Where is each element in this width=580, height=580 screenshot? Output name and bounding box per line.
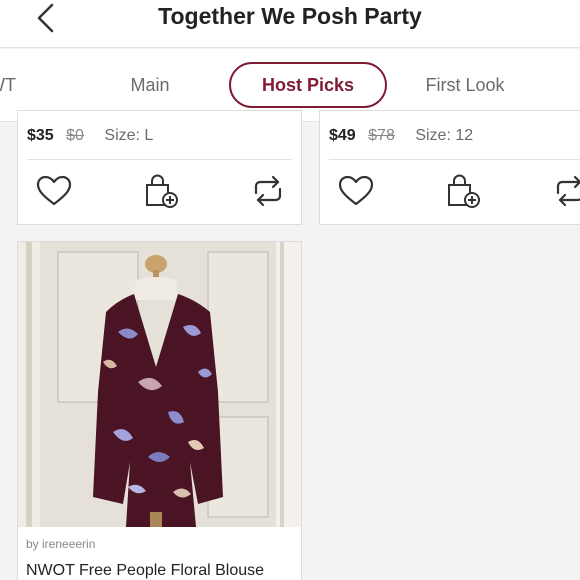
bag-plus-icon[interactable]	[443, 171, 483, 211]
card-divider	[329, 159, 580, 160]
blouse-photo	[18, 242, 301, 527]
listing-title[interactable]: NWOT Free People Floral Blouse	[26, 562, 264, 580]
original-price: $0	[66, 127, 84, 144]
share-icon[interactable]	[550, 171, 580, 211]
page-title: Together We Posh Party	[158, 3, 422, 29]
listing-card[interactable]: by ireneeerin NWOT Free People Floral Bl…	[17, 241, 302, 580]
heart-icon[interactable]	[34, 171, 74, 211]
listing-price: $35	[27, 127, 54, 144]
tab-first-look[interactable]: First Look	[410, 62, 520, 108]
heart-icon[interactable]	[336, 171, 376, 211]
tab-host-picks[interactable]: Host Picks	[229, 62, 387, 108]
bag-plus-icon[interactable]	[141, 171, 181, 211]
listing-card[interactable]: $35 $0 Size: L	[17, 110, 302, 225]
listing-size: Size: L	[104, 127, 154, 144]
card-divider	[27, 159, 292, 160]
tab-main[interactable]: Main	[110, 62, 190, 108]
listing-price: $49	[329, 127, 356, 144]
listing-card[interactable]: $49 $78 Size: 12	[319, 110, 580, 225]
share-icon[interactable]	[248, 171, 288, 211]
price-row: $35 $0 Size: L	[27, 127, 153, 145]
listing-size: Size: 12	[415, 127, 474, 144]
price-row: $49 $78 Size: 12	[329, 127, 473, 145]
listing-photo[interactable]	[18, 242, 301, 527]
seller-byline[interactable]: by ireneeerin	[26, 537, 95, 551]
top-header: Together We Posh Party	[0, 0, 580, 48]
tab-nwt[interactable]: NWT	[0, 62, 16, 108]
original-price: $78	[368, 127, 395, 144]
